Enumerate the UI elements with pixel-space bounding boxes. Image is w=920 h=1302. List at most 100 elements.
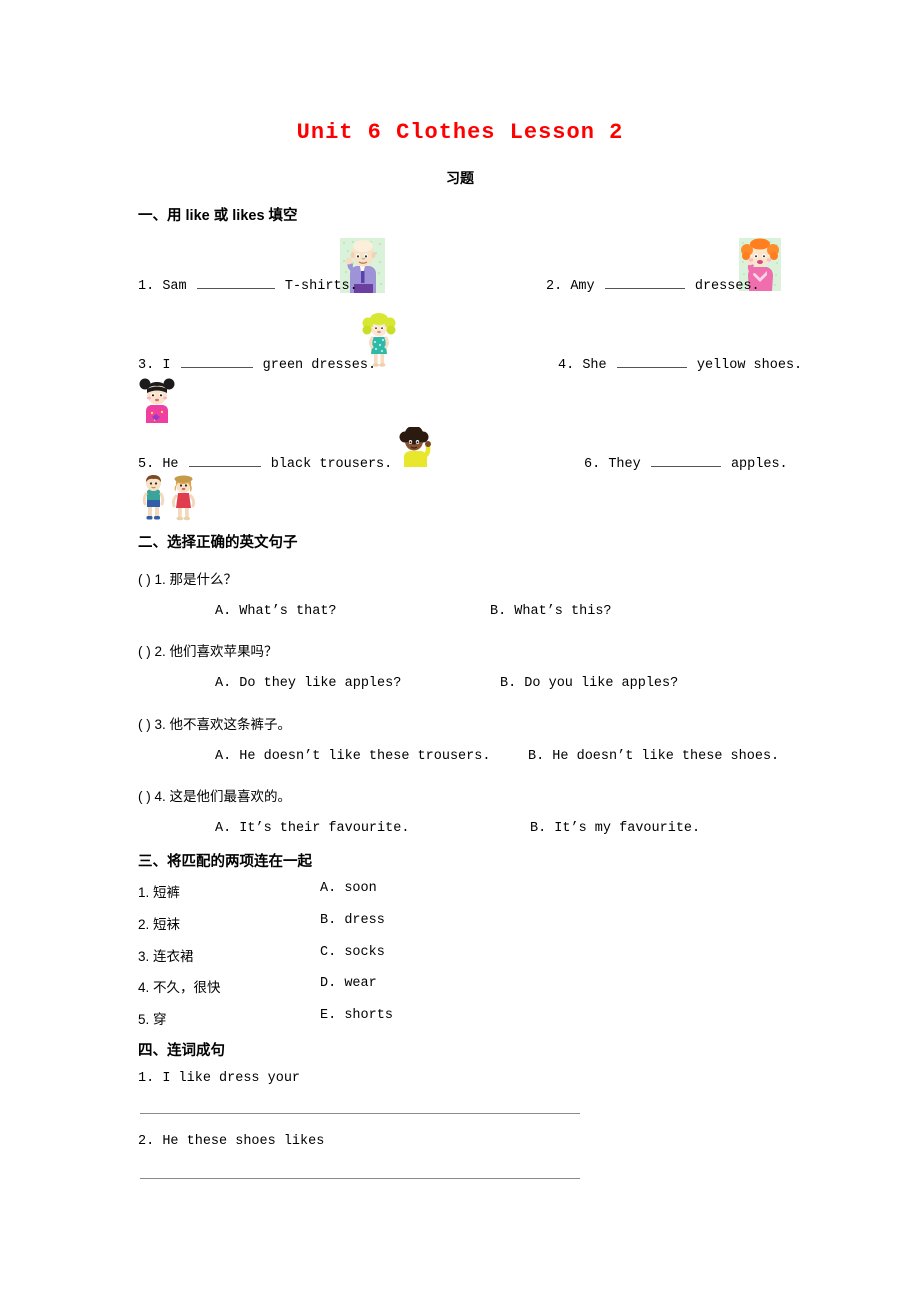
- fill-item-3-after: green dresses.: [262, 358, 377, 373]
- fill-item-4-after: yellow shoes.: [696, 358, 803, 373]
- match-left-item-4-number: 4.: [138, 980, 150, 995]
- fill-item-6: 6. They apples.: [584, 454, 788, 472]
- section-1-heading: 一、用 like 或 likes 填空: [138, 204, 298, 225]
- mc-question-3-bracket[interactable]: ( ): [138, 717, 151, 732]
- mc-question-4-number: 4.: [154, 789, 166, 804]
- worksheet-page: Unit 6 Clothes Lesson 2 习题 一、用 like 或 li…: [0, 0, 920, 1302]
- section-3-heading: 三、将匹配的两项连在一起: [138, 850, 312, 871]
- match-left-item-2[interactable]: 2. 短袜: [138, 913, 180, 933]
- match-left-item-4-text: 不久，很快: [153, 980, 221, 995]
- fill-item-1-number: 1.: [138, 279, 155, 294]
- match-left-item-4[interactable]: 4. 不久，很快: [138, 976, 221, 996]
- fill-item-3-before: I: [162, 358, 171, 373]
- match-right-item-a-text: soon: [344, 881, 377, 896]
- section-2-heading: 二、选择正确的英文句子: [138, 531, 298, 552]
- mc-question-2-text: 他们喜欢苹果吗？: [169, 644, 278, 659]
- rearrange-item-1-number: 1.: [138, 1071, 155, 1086]
- fill-item-4-before: She: [582, 358, 607, 373]
- mc-question-2-bracket[interactable]: ( ): [138, 644, 151, 659]
- match-left-item-1-text: 短裤: [153, 885, 181, 900]
- rearrange-item-2-number: 2.: [138, 1134, 155, 1149]
- fill-item-2-before: Amy: [570, 279, 595, 294]
- rearrange-item-1-answer-line[interactable]: [140, 1113, 580, 1114]
- match-right-item-c[interactable]: C. socks: [320, 945, 385, 960]
- match-right-item-b-text: dress: [344, 913, 385, 928]
- fill-item-4-blank[interactable]: [616, 355, 687, 368]
- fill-item-2-number: 2.: [546, 279, 563, 294]
- match-right-item-d-text: wear: [344, 976, 377, 991]
- mc-question-1-number: 1.: [154, 572, 166, 587]
- mc-question-1-prompt: ( ) 1. 那是什么？: [138, 568, 237, 588]
- match-left-item-2-text: 短袜: [153, 917, 181, 932]
- match-left-item-1[interactable]: 1. 短裤: [138, 881, 180, 901]
- match-right-item-a[interactable]: A. soon: [320, 881, 377, 896]
- fill-item-4-number: 4.: [558, 358, 575, 373]
- fill-item-5-number: 5.: [138, 457, 155, 472]
- mc-question-4-option-b[interactable]: B. It’s my favourite.: [530, 821, 700, 836]
- fill-item-3-blank[interactable]: [180, 355, 253, 368]
- mc-question-2-option-b[interactable]: B. Do you like apples?: [500, 676, 678, 691]
- clipart-girl-black-buns-pink-top: [138, 377, 176, 423]
- match-left-item-3-number: 3.: [138, 949, 150, 964]
- match-right-item-b[interactable]: B. dress: [320, 913, 385, 928]
- mc-question-4-bracket[interactable]: ( ): [138, 789, 151, 804]
- match-right-item-d[interactable]: D. wear: [320, 976, 377, 991]
- rearrange-item-2: 2. He these shoes likes: [138, 1134, 324, 1149]
- mc-question-1-option-a[interactable]: A. What’s that?: [215, 604, 337, 619]
- match-right-item-c-text: socks: [344, 945, 385, 960]
- fill-item-6-after: apples.: [730, 457, 788, 472]
- match-right-item-e[interactable]: E. shorts: [320, 1008, 393, 1023]
- fill-item-5-before: He: [162, 457, 179, 472]
- clipart-two-children-boy-girl: [138, 474, 204, 522]
- match-left-item-1-number: 1.: [138, 885, 150, 900]
- page-subtitle: 习题: [446, 170, 474, 186]
- fill-item-5-blank[interactable]: [188, 454, 261, 467]
- fill-item-1: 1. Sam T-shirts.: [138, 276, 358, 294]
- fill-item-5: 5. He black trousers.: [138, 454, 392, 472]
- mc-question-3-text: 他不喜欢这条裤子。: [169, 717, 292, 732]
- rearrange-item-2-answer-line[interactable]: [140, 1178, 580, 1179]
- rearrange-item-1-words: I like dress your: [162, 1071, 301, 1086]
- fill-item-2: 2. Amy dresses.: [546, 276, 760, 294]
- mc-question-2-prompt: ( ) 2. 他们喜欢苹果吗？: [138, 640, 278, 660]
- fill-item-6-blank[interactable]: [650, 454, 721, 467]
- fill-item-5-after: black trousers.: [270, 457, 393, 472]
- match-left-item-2-number: 2.: [138, 917, 150, 932]
- rearrange-item-2-words: He these shoes likes: [162, 1134, 325, 1149]
- mc-question-3-number: 3.: [154, 717, 166, 732]
- match-right-item-e-letter: E.: [320, 1008, 337, 1023]
- section-3-heading-text: 三、将匹配的两项连在一起: [138, 854, 312, 870]
- mc-question-4-option-a[interactable]: A. It’s their favourite.: [215, 821, 409, 836]
- mc-question-2-option-a[interactable]: A. Do they like apples?: [215, 676, 401, 691]
- match-right-item-b-letter: B.: [320, 913, 337, 928]
- section-4-heading: 四、连词成句: [138, 1039, 225, 1060]
- mc-question-1-bracket[interactable]: ( ): [138, 572, 151, 587]
- match-left-item-5-number: 5.: [138, 1012, 150, 1027]
- match-right-item-e-text: shorts: [344, 1008, 393, 1023]
- section-1-heading-text: 一、用 like 或 likes 填空: [138, 208, 298, 224]
- section-4-heading-text: 四、连词成句: [138, 1043, 225, 1059]
- fill-item-6-before: They: [608, 457, 641, 472]
- fill-item-3: 3. I green dresses.: [138, 355, 376, 373]
- fill-item-1-after: T-shirts.: [284, 279, 358, 294]
- mc-question-3-option-b[interactable]: B. He doesn’t like these shoes.: [528, 749, 779, 764]
- match-right-item-c-letter: C.: [320, 945, 337, 960]
- match-right-item-d-letter: D.: [320, 976, 337, 991]
- fill-item-2-after: dresses.: [694, 279, 760, 294]
- mc-question-3-option-a[interactable]: A. He doesn’t like these trousers.: [215, 749, 490, 764]
- match-left-item-3[interactable]: 3. 连衣裙: [138, 945, 194, 965]
- fill-item-2-blank[interactable]: [604, 276, 685, 289]
- clipart-boy-afro-yellow-shirt: [398, 427, 434, 467]
- match-left-item-3-text: 连衣裙: [153, 949, 194, 964]
- mc-question-1-option-b[interactable]: B. What’s this?: [490, 604, 612, 619]
- fill-item-1-before: Sam: [162, 279, 187, 294]
- mc-question-4-text: 这是他们最喜欢的。: [169, 789, 292, 804]
- fill-item-1-blank[interactable]: [196, 276, 275, 289]
- page-title: Unit 6 Clothes Lesson 2: [296, 120, 624, 145]
- rearrange-item-1: 1. I like dress your: [138, 1071, 300, 1086]
- fill-item-6-number: 6.: [584, 457, 601, 472]
- fill-item-4: 4. She yellow shoes.: [558, 355, 802, 373]
- match-left-item-5[interactable]: 5. 穿: [138, 1008, 167, 1028]
- match-left-item-5-text: 穿: [153, 1012, 167, 1027]
- mc-question-2-number: 2.: [154, 644, 166, 659]
